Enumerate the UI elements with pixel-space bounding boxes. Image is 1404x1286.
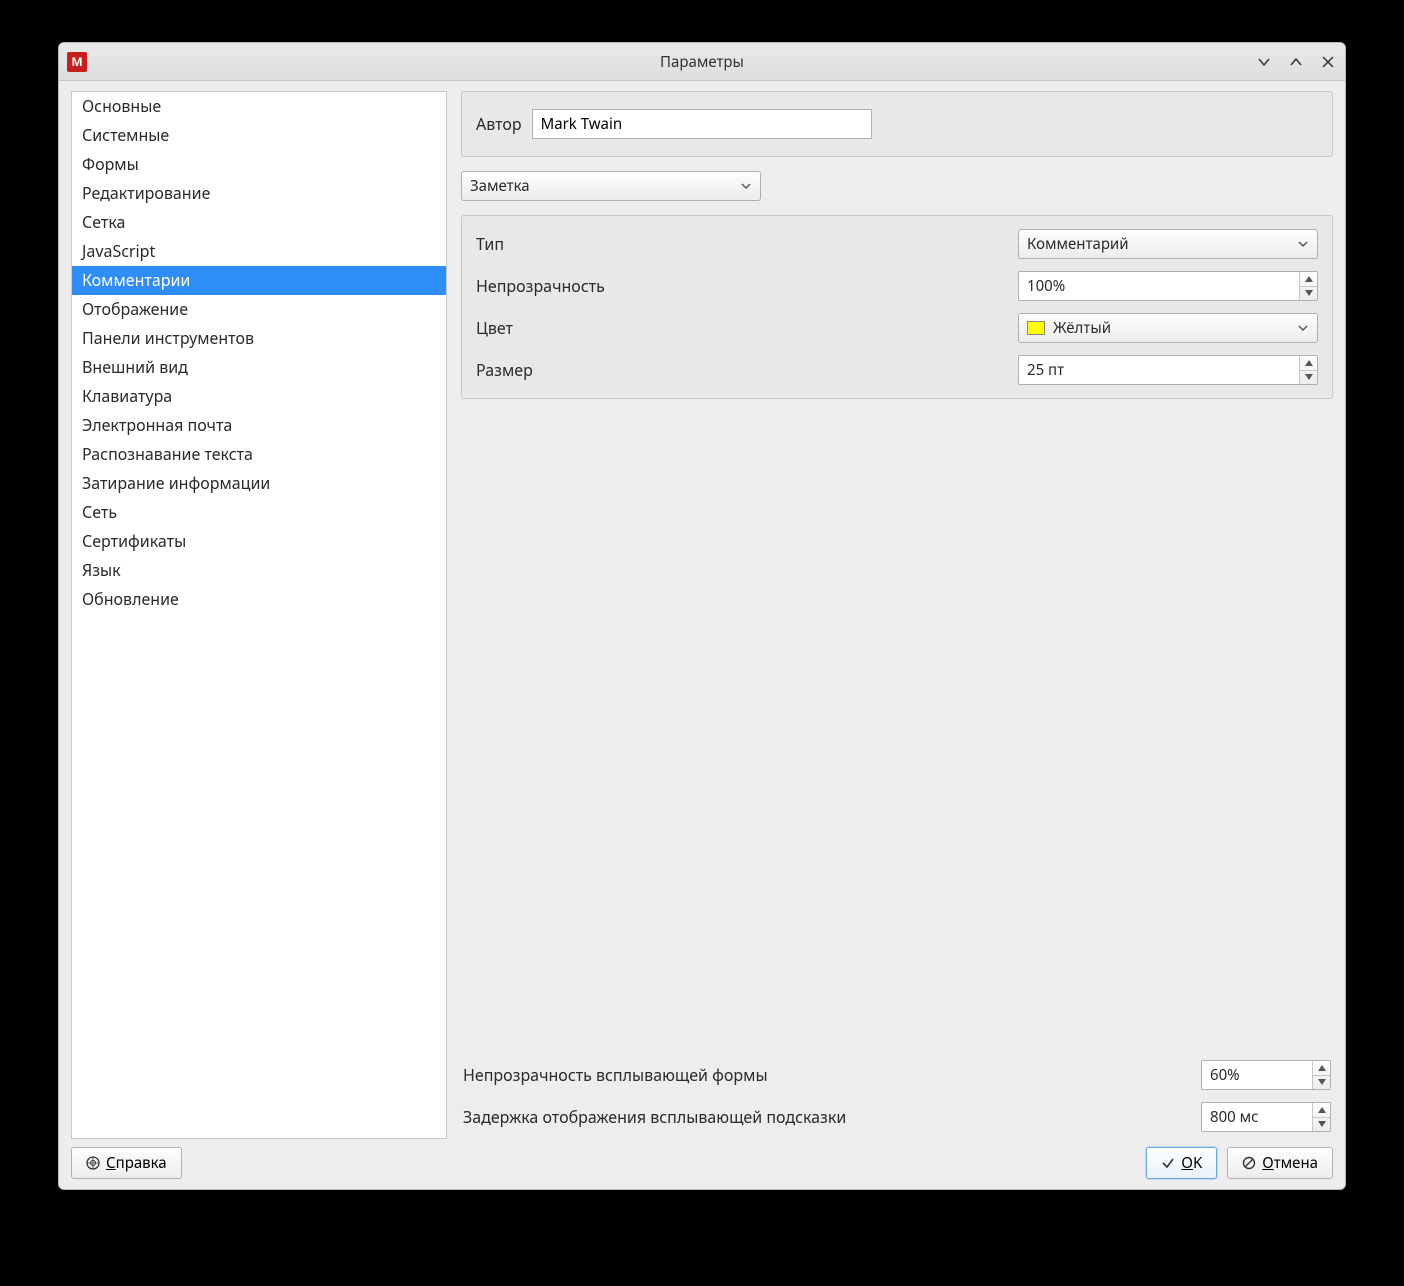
chevron-up-icon (1289, 55, 1303, 69)
size-spinner[interactable]: 25 пт (1018, 355, 1318, 385)
sidebar-item-javascript[interactable]: JavaScript (72, 237, 446, 266)
opacity-label: Непрозрачность (476, 275, 605, 297)
color-swatch (1027, 321, 1045, 335)
sidebar-item-system[interactable]: Системные (72, 121, 446, 150)
popup-delay-step-down[interactable] (1313, 1118, 1330, 1132)
popup-opacity-value: 60% (1202, 1061, 1312, 1089)
type-value: Комментарий (1027, 234, 1291, 254)
opacity-step-up[interactable] (1300, 272, 1317, 287)
preferences-window: Параметры Основные Системные Формы Редак… (58, 42, 1346, 1190)
sidebar-item-display[interactable]: Отображение (72, 295, 446, 324)
ok-label: OK (1181, 1153, 1202, 1173)
size-step-down[interactable] (1300, 371, 1317, 385)
annotation-type-combo[interactable]: Заметка (461, 171, 761, 201)
sidebar-item-certificates[interactable]: Сертификаты (72, 527, 446, 556)
author-label: Автор (476, 113, 522, 135)
help-icon (86, 1156, 100, 1170)
help-button[interactable]: Справка (71, 1147, 182, 1179)
help-label: Справка (106, 1153, 167, 1173)
annotation-settings-panel: Тип Комментарий Непрозрачность 100% (461, 215, 1333, 399)
annotation-type-value: Заметка (470, 176, 734, 196)
popup-settings: Непрозрачность всплывающей формы 60% Зад… (461, 1059, 1333, 1139)
close-icon (1321, 55, 1335, 69)
chevron-down-icon (1297, 238, 1309, 250)
popup-opacity-spinner[interactable]: 60% (1201, 1060, 1331, 1090)
size-value: 25 пт (1019, 356, 1299, 384)
check-icon (1161, 1156, 1175, 1170)
popup-opacity-step-down[interactable] (1313, 1076, 1330, 1090)
type-combo[interactable]: Комментарий (1018, 229, 1318, 259)
popup-delay-spinner[interactable]: 800 мс (1201, 1102, 1331, 1132)
popup-delay-label: Задержка отображения всплывающей подсказ… (463, 1106, 846, 1128)
color-combo[interactable]: Жёлтый (1018, 313, 1318, 343)
author-input[interactable] (532, 109, 872, 139)
window-title: Параметры (59, 52, 1345, 72)
type-label: Тип (476, 233, 504, 255)
sidebar-item-email[interactable]: Электронная почта (72, 411, 446, 440)
content-area: Основные Системные Формы Редактирование … (59, 81, 1345, 1139)
size-label: Размер (476, 359, 533, 381)
author-panel: Автор (461, 91, 1333, 157)
sidebar-item-updates[interactable]: Обновление (72, 585, 446, 614)
sidebar-item-keyboard[interactable]: Клавиатура (72, 382, 446, 411)
sidebar-item-general[interactable]: Основные (72, 92, 446, 121)
window-controls (1255, 53, 1337, 71)
chevron-down-icon (1257, 55, 1271, 69)
sidebar-item-appearance[interactable]: Внешний вид (72, 353, 446, 382)
maximize-button[interactable] (1287, 53, 1305, 71)
size-step-up[interactable] (1300, 356, 1317, 371)
popup-delay-value: 800 мс (1202, 1103, 1312, 1131)
cancel-icon (1242, 1156, 1256, 1170)
opacity-step-down[interactable] (1300, 287, 1317, 301)
sidebar-item-ocr[interactable]: Распознавание текста (72, 440, 446, 469)
chevron-down-icon (740, 180, 752, 192)
dialog-footer: Справка OK Отмена (59, 1139, 1345, 1189)
close-button[interactable] (1319, 53, 1337, 71)
popup-delay-step-up[interactable] (1313, 1103, 1330, 1118)
main-panel: Автор Заметка Тип Комментарий (461, 91, 1333, 1139)
chevron-down-icon (1297, 322, 1309, 334)
sidebar-item-forms[interactable]: Формы (72, 150, 446, 179)
category-sidebar[interactable]: Основные Системные Формы Редактирование … (71, 91, 447, 1139)
color-value: Жёлтый (1053, 318, 1291, 338)
app-icon (67, 52, 87, 72)
sidebar-item-redaction[interactable]: Затирание информации (72, 469, 446, 498)
sidebar-item-editing[interactable]: Редактирование (72, 179, 446, 208)
popup-opacity-step-up[interactable] (1313, 1061, 1330, 1076)
opacity-spinner[interactable]: 100% (1018, 271, 1318, 301)
popup-opacity-label: Непрозрачность всплывающей формы (463, 1064, 768, 1086)
sidebar-item-grid[interactable]: Сетка (72, 208, 446, 237)
ok-button[interactable]: OK (1146, 1147, 1217, 1179)
cancel-button[interactable]: Отмена (1227, 1147, 1333, 1179)
cancel-label: Отмена (1262, 1153, 1318, 1173)
sidebar-item-comments[interactable]: Комментарии (72, 266, 446, 295)
sidebar-item-language[interactable]: Язык (72, 556, 446, 585)
titlebar: Параметры (59, 43, 1345, 81)
sidebar-item-network[interactable]: Сеть (72, 498, 446, 527)
sidebar-item-toolbars[interactable]: Панели инструментов (72, 324, 446, 353)
minimize-button[interactable] (1255, 53, 1273, 71)
opacity-value: 100% (1019, 272, 1299, 300)
color-label: Цвет (476, 317, 513, 339)
